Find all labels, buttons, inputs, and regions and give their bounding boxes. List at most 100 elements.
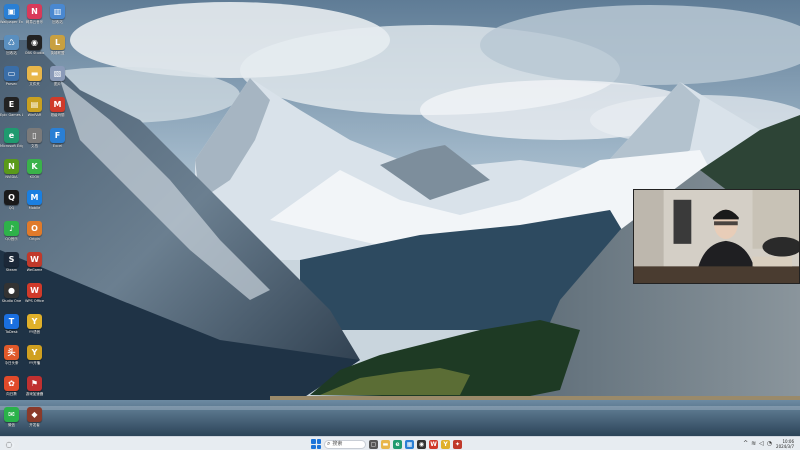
search-icon: ⌕ xyxy=(327,440,331,447)
desktop-shortcut[interactable]: ▭ Parsec xyxy=(0,64,23,95)
desktop-shortcut[interactable]: O Origin xyxy=(23,219,46,250)
desktop-shortcut[interactable]: ◉ OBS Studio xyxy=(23,33,46,64)
taskbar-app-file-explorer[interactable]: ▬ xyxy=(381,439,390,449)
desktop-shortcut[interactable]: N 网易云音乐 xyxy=(23,2,46,33)
taskbar-app-wps[interactable]: W xyxy=(429,439,438,449)
parsec-icon: ▭ xyxy=(4,66,19,81)
desktop-shortcut-label: Parsec xyxy=(5,82,18,86)
desktop-shortcut-label: 向日葵 xyxy=(6,392,17,396)
monitor-icon: ▣ xyxy=(4,4,19,19)
desktop-shortcut[interactable]: eMicrosoft Edge xyxy=(0,126,23,157)
winrar-icon: ▤ xyxy=(27,97,42,112)
desktop-shortcut-label: 英雄联盟 xyxy=(50,51,65,55)
desktop-shortcut-label: KOOK xyxy=(29,175,40,179)
taskbar-app-wegame[interactable]: ✦ xyxy=(453,439,462,449)
search-input[interactable]: ⌕ 搜索 xyxy=(324,439,366,449)
desktop-shortcut[interactable]: L 英雄联盟 xyxy=(46,33,69,64)
desktop-shortcut[interactable]: ▧ 图片 xyxy=(46,64,69,95)
desktop-shortcut[interactable]: S Steam xyxy=(0,250,23,281)
wifi-icon[interactable]: ≋ xyxy=(751,441,756,447)
yy-live-icon: Y xyxy=(27,345,42,360)
wps-icon: W xyxy=(27,283,42,298)
wechat-icon: ✉ xyxy=(4,407,19,422)
desktop-shortcut[interactable]: W WeGame xyxy=(23,250,46,281)
desktop-shortcut[interactable]: ▯ 文档 xyxy=(23,126,46,157)
yy-icon: Y xyxy=(27,314,42,329)
tray-icons: ^ ≋ ◁ ◔ xyxy=(743,441,772,447)
system-tray: ^ ≋ ◁ ◔ 10:06 2024/3/7 xyxy=(743,438,794,450)
desktop-shortcut-label: 今日头条 xyxy=(4,361,19,365)
desktop-shortcut-label: ToDesk xyxy=(5,330,18,334)
desktop-shortcut-label: NVIDIA xyxy=(5,175,18,179)
desktop-shortcut-label: OBS Studio xyxy=(24,51,45,55)
obs-icon: ◉ xyxy=(27,35,42,50)
desktop-shortcut[interactable]: ▣Wallpaper Engine xyxy=(0,2,23,33)
desktop-shortcut[interactable]: EEpic Games Launcher xyxy=(0,95,23,126)
desktop-shortcut-label: 文件夹 xyxy=(29,82,40,86)
desktop-shortcut[interactable]: F Excel xyxy=(46,126,69,157)
folder-icon: ▬ xyxy=(27,66,42,81)
game-icon: M xyxy=(50,97,65,112)
desktop-shortcut-label: WinRAR xyxy=(27,113,42,117)
desktop-shortcut-label: Origin xyxy=(29,237,40,241)
clock[interactable]: 10:06 2024/3/7 xyxy=(776,439,794,449)
origin-icon: O xyxy=(27,221,42,236)
desktop-shortcut[interactable]: W WPS Office xyxy=(23,281,46,312)
desktop-shortcut[interactable]: ♺ 回收站 xyxy=(0,33,23,64)
desktop-shortcut-label: 网易云音乐 xyxy=(25,20,44,24)
epic-games-icon: E xyxy=(4,97,19,112)
desktop-shortcut[interactable]: M Mobile xyxy=(23,188,46,219)
desktop-shortcut[interactable]: ✿ 向日葵 xyxy=(0,374,23,405)
desktop-shortcut[interactable]: M 超级玛丽 xyxy=(46,95,69,126)
desktop-shortcut[interactable]: ▥ 回收站 xyxy=(46,2,69,33)
document-icon: ▯ xyxy=(27,128,42,143)
widgets-icon[interactable]: ◌ xyxy=(4,439,14,449)
desktop-shortcut[interactable]: ✉ 微信 xyxy=(0,405,23,436)
desktop-shortcut[interactable]: Y YY语音 xyxy=(23,312,46,343)
desktop-shortcut-label: Mobile xyxy=(28,206,41,210)
desktop-shortcut[interactable]: ▤ WinRAR xyxy=(23,95,46,126)
desktop-shortcut-label: WeGame xyxy=(26,268,43,272)
steam-icon: S xyxy=(4,252,19,267)
chevron-up-icon[interactable]: ^ xyxy=(743,441,748,447)
pinned-apps: ▢ ▬ e ▦ ◉ W Y ✦ xyxy=(369,439,462,449)
studio-one-icon: ● xyxy=(4,283,19,298)
wegame-icon: W xyxy=(27,252,42,267)
desktop-shortcut-label: 图片 xyxy=(54,82,61,86)
image-icon: ▧ xyxy=(50,66,65,81)
desktop-shortcut[interactable]: Y YY开播 xyxy=(23,343,46,374)
windows-start-icon[interactable] xyxy=(311,439,321,449)
desktop-shortcut[interactable]: ⚑ 游戏加速器 xyxy=(23,374,46,405)
desktop-shortcut[interactable]: 头今日头条 xyxy=(0,343,23,374)
desktop-shortcut-label: QQ音乐 xyxy=(5,237,18,241)
taskbar-center: ⌕ 搜索 ▢ ▬ e ▦ ◉ W Y ✦ xyxy=(311,438,462,450)
webcam-overlay xyxy=(633,189,800,284)
desktop-shortcut[interactable]: K KOOK xyxy=(23,157,46,188)
kook-icon: K xyxy=(27,159,42,174)
qq-icon: Q xyxy=(4,190,19,205)
desktop-shortcut[interactable]: ● Studio One xyxy=(0,281,23,312)
volume-icon[interactable]: ◁ xyxy=(759,441,764,447)
desktop-shortcut[interactable]: T ToDesk xyxy=(0,312,23,343)
desktop-shortcut-label: YY开播 xyxy=(28,361,41,365)
edge-icon: e xyxy=(4,128,19,143)
taskbar: ◌ ⌕ 搜索 ▢ ▬ e ▦ ◉ W Y ✦ ^ ≋ ◁ ◔ 10:06 2024/3/7 xyxy=(0,436,800,450)
taskbar-app-store[interactable]: ▦ xyxy=(405,439,414,449)
desktop-shortcut[interactable]: ▬ 文件夹 xyxy=(23,64,46,95)
desktop-shortcut[interactable]: ◆ 开发者 xyxy=(23,405,46,436)
taskbar-app-yy[interactable]: Y xyxy=(441,439,450,449)
search-placeholder: 搜索 xyxy=(332,441,343,447)
desktop-shortcut-label: QQ xyxy=(8,206,15,210)
desktop-shortcut-label: Studio One xyxy=(1,299,22,303)
taskbar-app-task-view[interactable]: ▢ xyxy=(369,439,378,449)
desktop-icon-column-2: N 网易云音乐 ◉ OBS Studio ▬ 文件夹 ▤ WinRAR ▯ 文档 K KOOK M Mob… xyxy=(23,2,46,436)
taskbar-app-obs[interactable]: ◉ xyxy=(417,439,426,449)
desktop-shortcut-label: 微信 xyxy=(8,423,15,427)
desktop-shortcut-label: Microsoft Edge xyxy=(0,144,23,148)
desktop-shortcut[interactable]: ♪ QQ音乐 xyxy=(0,219,23,250)
taskbar-app-edge[interactable]: e xyxy=(393,439,402,449)
notification-icon[interactable]: ◔ xyxy=(767,441,772,447)
desktop-shortcut[interactable]: N NVIDIA xyxy=(0,157,23,188)
desktop-shortcut[interactable]: Q QQ xyxy=(0,188,23,219)
lol-icon: L xyxy=(50,35,65,50)
